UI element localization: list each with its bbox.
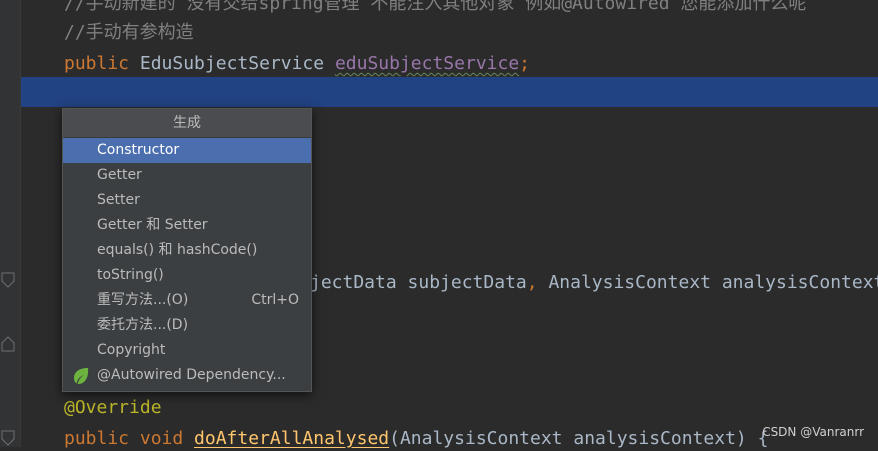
- menu-item-label: 委托方法...(D): [97, 317, 189, 333]
- generate-override-methods-item[interactable]: 重写方法...(O) Ctrl+O: [63, 288, 311, 313]
- code-field-declaration[interactable]: public EduSubjectService eduSubjectServi…: [64, 52, 530, 76]
- menu-item-label: @Autowired Dependency...: [97, 367, 286, 383]
- generate-setter-item[interactable]: Setter: [63, 188, 311, 213]
- menu-item-label: Copyright: [97, 342, 166, 358]
- method-params: (AnalysisContext analysisContext) {: [389, 428, 769, 449]
- menu-item-label: 重写方法...(O): [97, 292, 189, 308]
- param-text: jectData subjectData: [310, 272, 527, 293]
- code-method-declaration[interactable]: public void doAfterAllAnalysed(AnalysisC…: [64, 427, 768, 451]
- param-text: AnalysisContext analysisContext: [548, 272, 878, 293]
- generate-tostring-item[interactable]: toString(): [63, 263, 311, 288]
- keyword-public-void: public void: [64, 428, 195, 449]
- code-override-annotation[interactable]: @Override: [64, 396, 162, 420]
- fold-marker-icon[interactable]: [1, 430, 15, 446]
- menu-item-label: Setter: [97, 192, 140, 208]
- fold-marker-icon[interactable]: [1, 272, 15, 288]
- current-line-highlight: [21, 77, 878, 107]
- editor-gutter: [0, 0, 21, 447]
- menu-item-label: Getter 和 Setter: [97, 217, 208, 233]
- generate-getter-setter-item[interactable]: Getter 和 Setter: [63, 213, 311, 238]
- generate-copyright-item[interactable]: Copyright: [63, 338, 311, 363]
- keyword-public: public: [64, 53, 130, 74]
- menu-item-label: Constructor: [97, 142, 180, 158]
- spring-leaf-icon: [74, 368, 89, 385]
- fold-marker-icon[interactable]: [1, 336, 15, 352]
- watermark-text: CSDN @Vanranrr: [762, 425, 864, 439]
- field-type: EduSubjectService: [129, 53, 335, 74]
- generate-popup: 生成 Constructor Getter Setter Getter 和 Se…: [62, 108, 312, 392]
- code-comment-line: //手动新建的 没有交给spring管理 不能注入其他对象 例如@Autowir…: [64, 0, 807, 14]
- semicolon: ;: [519, 53, 531, 74]
- popup-title: 生成: [63, 109, 311, 138]
- menu-item-label: Getter: [97, 167, 142, 183]
- param-comma: ,: [526, 272, 549, 293]
- code-comment-line: //手动有参构造: [64, 22, 194, 43]
- menu-item-shortcut: Ctrl+O: [251, 292, 299, 308]
- menu-item-label: equals() 和 hashCode(): [97, 242, 258, 258]
- generate-getter-item[interactable]: Getter: [63, 163, 311, 188]
- generate-equals-hashcode-item[interactable]: equals() 和 hashCode(): [63, 238, 311, 263]
- generate-autowired-dependency-item[interactable]: @Autowired Dependency...: [63, 363, 311, 388]
- code-method-params[interactable]: jectData subjectData, AnalysisContext an…: [310, 271, 878, 295]
- generate-constructor-item[interactable]: Constructor: [63, 138, 311, 163]
- generate-delegate-methods-item[interactable]: 委托方法...(D): [63, 313, 311, 338]
- field-name: eduSubjectService: [334, 53, 520, 74]
- method-name: doAfterAllAnalysed: [194, 428, 390, 449]
- menu-item-label: toString(): [97, 267, 164, 283]
